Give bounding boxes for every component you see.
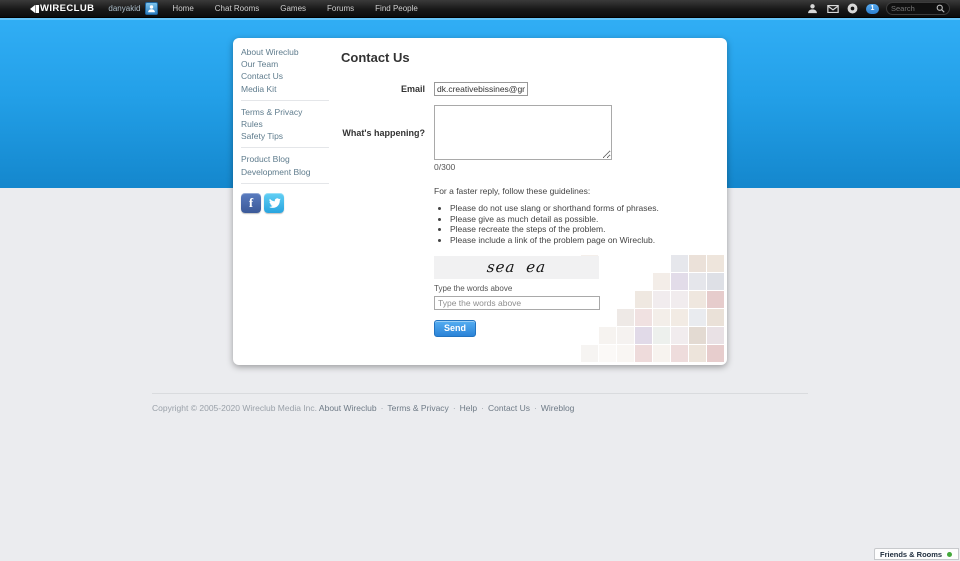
sidebar-item-media-kit[interactable]: Media Kit: [241, 83, 331, 95]
message-textarea[interactable]: [434, 105, 612, 160]
nav-item-forums[interactable]: Forums: [327, 4, 354, 13]
guideline-item: Please include a link of the problem pag…: [450, 235, 721, 245]
message-row: What's happening?: [341, 105, 721, 160]
contact-form: Contact Us Email What's happening? 0/300…: [341, 50, 721, 337]
sidebar-item-product-blog[interactable]: Product Blog: [241, 153, 331, 165]
sidebar-item-terms-privacy[interactable]: Terms & Privacy: [241, 106, 331, 118]
guideline-item: Please do not use slang or shorthand for…: [450, 203, 721, 213]
social-links: f: [241, 193, 331, 213]
captcha-text: sea ea: [486, 258, 547, 276]
message-label: What's happening?: [341, 128, 425, 138]
footer-separator: ·: [534, 403, 537, 413]
email-label: Email: [341, 84, 425, 94]
search-input[interactable]: [891, 4, 933, 13]
email-field[interactable]: [434, 82, 528, 96]
captcha-image: sea ea: [434, 256, 599, 279]
wireclub-logo[interactable]: WIRECLUB: [30, 3, 94, 14]
sidebar-item-contact-us[interactable]: Contact Us: [241, 70, 331, 82]
char-counter: 0/300: [434, 162, 721, 172]
top-navigation-bar: WIRECLUB danyakid Home Chat Rooms Games …: [0, 0, 960, 18]
footer-link-help[interactable]: Help: [460, 403, 477, 413]
twitter-icon[interactable]: [264, 193, 284, 213]
online-status-dot: [947, 552, 952, 557]
email-row: Email: [341, 82, 721, 96]
sidebar-item-development-blog[interactable]: Development Blog: [241, 166, 331, 178]
guidelines-list: Please do not use slang or shorthand for…: [434, 203, 721, 245]
captcha-label: Type the words above: [434, 284, 721, 293]
page-footer: Copyright © 2005-2020 Wireclub Media Inc…: [152, 393, 808, 413]
footer-separator: ·: [381, 403, 384, 413]
profile-icon[interactable]: [806, 2, 819, 15]
guideline-item: Please recreate the steps of the problem…: [450, 224, 721, 234]
footer-link-contact-us[interactable]: Contact Us: [488, 403, 530, 413]
nav-item-games[interactable]: Games: [280, 4, 306, 13]
content-card: About Wireclub Our Team Contact Us Media…: [233, 38, 727, 365]
footer-separator: ·: [453, 403, 456, 413]
nav-item-find-people[interactable]: Find People: [375, 4, 418, 13]
logo-text: WIRECLUB: [40, 3, 94, 14]
footer-link-about-wireclub[interactable]: About Wireclub: [319, 403, 377, 413]
facebook-icon[interactable]: f: [241, 193, 261, 213]
footer-separator: ·: [481, 403, 484, 413]
notification-badge[interactable]: 1: [866, 4, 879, 14]
sidebar-divider: [241, 147, 329, 148]
sidebar-divider: [241, 100, 329, 101]
sidebar-item-our-team[interactable]: Our Team: [241, 58, 331, 70]
nav-right-cluster: 1: [806, 2, 950, 15]
sidebar-item-rules[interactable]: Rules: [241, 118, 331, 130]
footer-link-wireblog[interactable]: Wireblog: [541, 403, 575, 413]
page-title: Contact Us: [341, 50, 721, 65]
user-avatar[interactable]: [145, 2, 158, 15]
copyright-text: Copyright © 2005-2020 Wireclub Media Inc…: [152, 403, 317, 413]
guidelines-intro: For a faster reply, follow these guideli…: [434, 186, 721, 196]
sidebar-item-safety-tips[interactable]: Safety Tips: [241, 130, 331, 142]
guidelines: For a faster reply, follow these guideli…: [434, 186, 721, 245]
username-link[interactable]: danyakid: [108, 4, 140, 13]
nav-menu: Home Chat Rooms Games Forums Find People: [172, 4, 417, 13]
search-icon: [936, 4, 945, 13]
captcha-input[interactable]: [434, 296, 600, 310]
guideline-item: Please give as much detail as possible.: [450, 214, 721, 224]
nav-item-home[interactable]: Home: [172, 4, 193, 13]
alerts-icon[interactable]: [846, 2, 859, 15]
sidebar-nav: About Wireclub Our Team Contact Us Media…: [241, 46, 331, 213]
sidebar-divider: [241, 183, 329, 184]
friends-rooms-label: Friends & Rooms: [880, 550, 942, 559]
friends-rooms-widget[interactable]: Friends & Rooms: [874, 548, 959, 560]
footer-link-terms-privacy[interactable]: Terms & Privacy: [387, 403, 448, 413]
search-box[interactable]: [886, 2, 950, 15]
send-button[interactable]: Send: [434, 320, 476, 337]
sidebar-item-about-wireclub[interactable]: About Wireclub: [241, 46, 331, 58]
nav-item-chat-rooms[interactable]: Chat Rooms: [215, 4, 259, 13]
messages-icon[interactable]: [826, 2, 839, 15]
avatar-person-icon: [147, 4, 156, 13]
wireclub-logo-icon: [30, 4, 39, 14]
